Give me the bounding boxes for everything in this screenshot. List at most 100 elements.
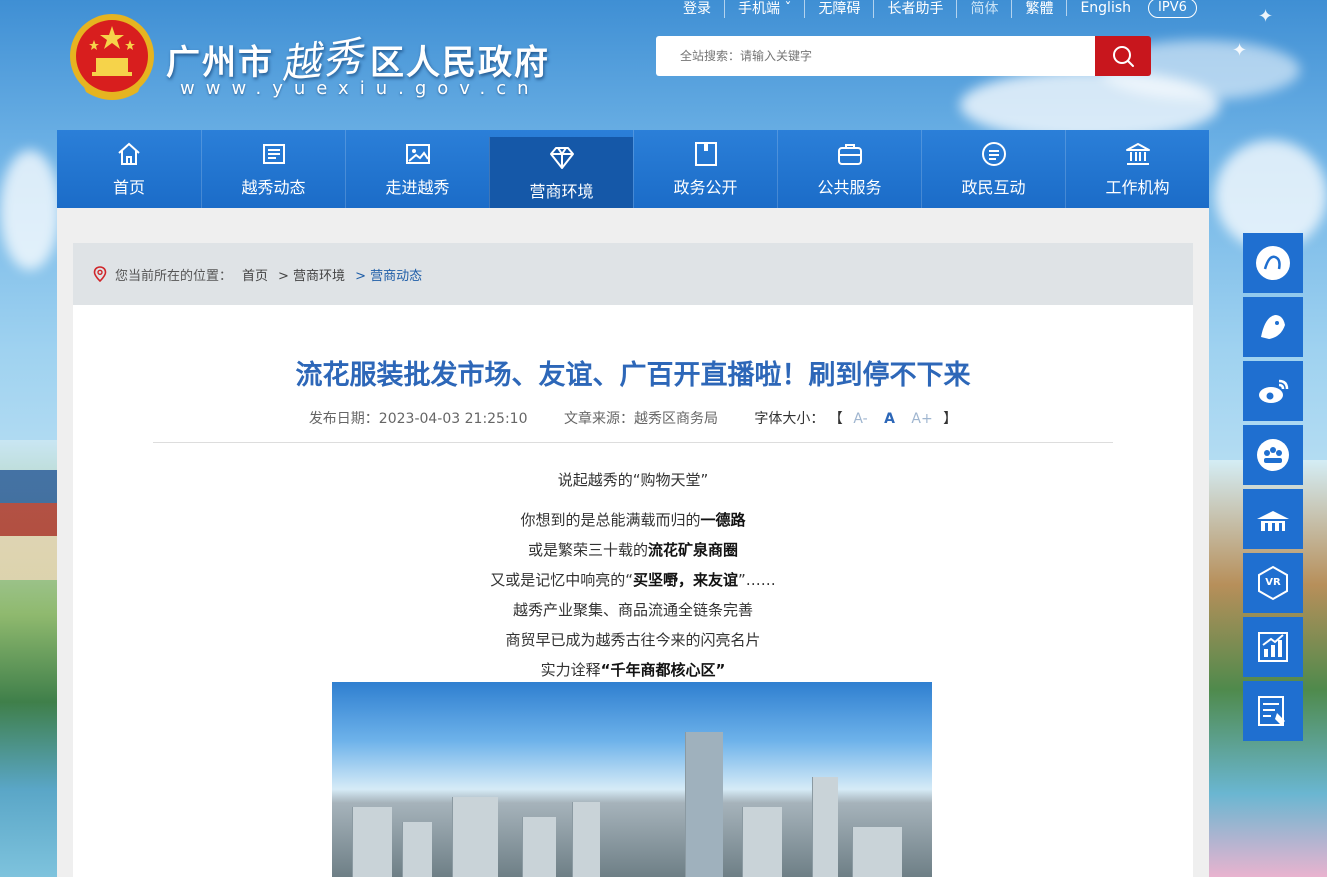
nav-label: 走进越秀 (385, 178, 450, 197)
yuexiu-mascot-icon (1261, 315, 1285, 339)
font-size-decrease-button[interactable]: A- (853, 411, 867, 427)
side-button-statistics[interactable] (1243, 617, 1303, 677)
chat-icon (981, 142, 1006, 166)
side-button-online-form[interactable] (1243, 681, 1303, 741)
statistics-chart-icon (1258, 632, 1288, 662)
nav-item-institutions[interactable]: 工作机构 (1065, 130, 1209, 208)
nav-item-public-service[interactable]: 公共服务 (777, 130, 921, 208)
nav-item-about[interactable]: 走进越秀 (345, 130, 489, 208)
nav-item-business[interactable]: 营商环境 (489, 137, 633, 215)
nav-item-home[interactable]: 首页 (57, 130, 201, 208)
article-source: 文章来源：越秀区商务局 (563, 411, 718, 427)
nav-item-gov-affairs[interactable]: 政务公开 (633, 130, 777, 208)
article-paragraph: 说起越秀的“购物天堂” (557, 471, 709, 489)
search-box (656, 36, 1096, 76)
title-divider (153, 442, 1113, 443)
building-shape (812, 777, 838, 877)
building-shape (572, 802, 600, 877)
national-emblem-icon (70, 14, 154, 100)
article-title: 流花服装批发市场、友谊、广百开直播啦！刷到停不下来 (295, 360, 971, 391)
building-shape (852, 827, 902, 877)
side-button-mascot[interactable] (1243, 297, 1303, 357)
article-paragraph: 实力诠释“千年商都核心区” (540, 661, 726, 679)
building-shape (685, 732, 723, 877)
building-shape (522, 817, 556, 877)
yuexiu-logo-icon (1256, 246, 1290, 280)
breadcrumb: 您当前所在的位置： 首页 > 营商环境 > 营商动态 (73, 243, 1193, 305)
side-button-landmark[interactable] (1243, 489, 1303, 549)
building-shape (352, 807, 392, 877)
article-meta: 发布日期：2023-04-03 21:25:10 文章来源：越秀区商务局 字体大… (73, 408, 1193, 428)
breadcrumb-prefix: 您当前所在的位置： (115, 268, 233, 284)
location-pin-icon (93, 266, 107, 282)
nav-label: 首页 (112, 178, 145, 197)
nav-item-interaction[interactable]: 政民互动 (921, 130, 1065, 208)
side-float-bar: VR (1243, 233, 1303, 745)
font-size-increase-button[interactable]: A+ (911, 411, 932, 427)
bracket-close: 】 (943, 411, 958, 427)
newspaper-icon (262, 144, 285, 164)
diamond-icon (549, 147, 574, 169)
weibo-icon (1259, 379, 1289, 403)
briefcase-icon (837, 144, 862, 165)
yuexiu-landmark-icon (1257, 511, 1289, 531)
site-domain: www.yuexiu.gov.cn (180, 78, 540, 99)
building-shape (742, 807, 782, 877)
nav-item-news[interactable]: 越秀动态 (201, 130, 345, 208)
article-photo-cityscape (332, 682, 932, 877)
bird-decoration: ✦ (1258, 6, 1274, 27)
cloud-decoration (0, 150, 60, 270)
side-button-weibo[interactable] (1243, 361, 1303, 421)
ipv6-badge: IPV6 (1148, 0, 1197, 18)
page-container: 您当前所在的位置： 首页 > 营商环境 > 营商动态 流花服装批发市场、友谊、广… (57, 208, 1209, 877)
home-icon (118, 142, 140, 165)
picture-icon (405, 144, 430, 164)
article-paragraph: 商贸早已成为越秀古往今来的闪亮名片 (505, 631, 761, 649)
article-content: 流花服装批发市场、友谊、广百开直播啦！刷到停不下来 发布日期：2023-04-0… (73, 305, 1193, 877)
font-size-default-button[interactable]: A (884, 411, 895, 427)
mobile-link[interactable]: 手机端 ˇ (724, 0, 804, 18)
article-paragraph: 越秀产业聚集、商品流通全链条完善 (512, 601, 753, 619)
breadcrumb-home[interactable]: 首页 (242, 265, 268, 284)
font-size-control: 字体大小： 【 A- A A+ 】 (754, 411, 957, 427)
article-paragraph: 或是繁荣三十载的流花矿泉商圈 (527, 541, 739, 559)
online-form-icon (1258, 696, 1285, 726)
building-shape (452, 797, 498, 877)
pavilion-decoration (0, 470, 58, 580)
site-title-city: 广州市 (166, 43, 274, 83)
search-button[interactable] (1095, 36, 1151, 76)
traditional-chinese-link[interactable]: 繁體 (1011, 0, 1066, 18)
service-group-icon (1257, 439, 1289, 471)
nav-label: 越秀动态 (241, 178, 306, 197)
main-nav: 首页 越秀动态 走进越秀 营商环境 政务公开 公共服务 政民互动 工作机构 (57, 130, 1209, 215)
top-links: 登录 手机端 ˇ 无障碍 长者助手 简体 繁體 English IPV6 (670, 0, 1197, 18)
login-link[interactable]: 登录 (670, 0, 724, 18)
side-button-vr[interactable]: VR (1243, 553, 1303, 613)
search-input[interactable] (656, 36, 1096, 76)
article-body: 说起越秀的“购物天堂” 你想到的是总能满载而归的一德路 或是繁荣三十载的流花矿泉… (73, 465, 1193, 685)
nav-label: 公共服务 (817, 178, 882, 197)
site-title-district: 区人民政府 (370, 43, 550, 83)
article-paragraph: 你想到的是总能满载而归的一德路 (520, 511, 746, 529)
breadcrumb-business-news[interactable]: > 营商动态 (355, 265, 422, 284)
bird-decoration: ✦ (1232, 40, 1248, 61)
side-button-service-group[interactable] (1243, 425, 1303, 485)
institution-icon (1125, 143, 1150, 165)
nav-label: 工作机构 (1105, 178, 1170, 197)
nav-label: 营商环境 (529, 182, 594, 201)
search-icon (1113, 46, 1134, 67)
publish-date: 发布日期：2023-04-03 21:25:10 (308, 411, 528, 427)
nav-label: 政务公开 (673, 178, 738, 197)
vr-icon: VR (1258, 565, 1288, 601)
english-link[interactable]: English (1066, 0, 1144, 16)
font-size-label: 字体大小： (754, 411, 825, 427)
accessibility-link[interactable]: 无障碍 (804, 0, 873, 18)
bracket-open: 【 (828, 411, 843, 427)
document-icon (694, 142, 717, 166)
building-shape (402, 822, 432, 877)
breadcrumb-business[interactable]: > 营商环境 (278, 265, 345, 284)
side-button-yuexiu-logo[interactable] (1243, 233, 1303, 293)
elder-assistant-link[interactable]: 长者助手 (873, 0, 956, 18)
article-paragraph: 又或是记忆中响亮的“买坚嘢，来友谊”…… (490, 571, 776, 589)
simplified-chinese-link[interactable]: 简体 (956, 0, 1011, 18)
